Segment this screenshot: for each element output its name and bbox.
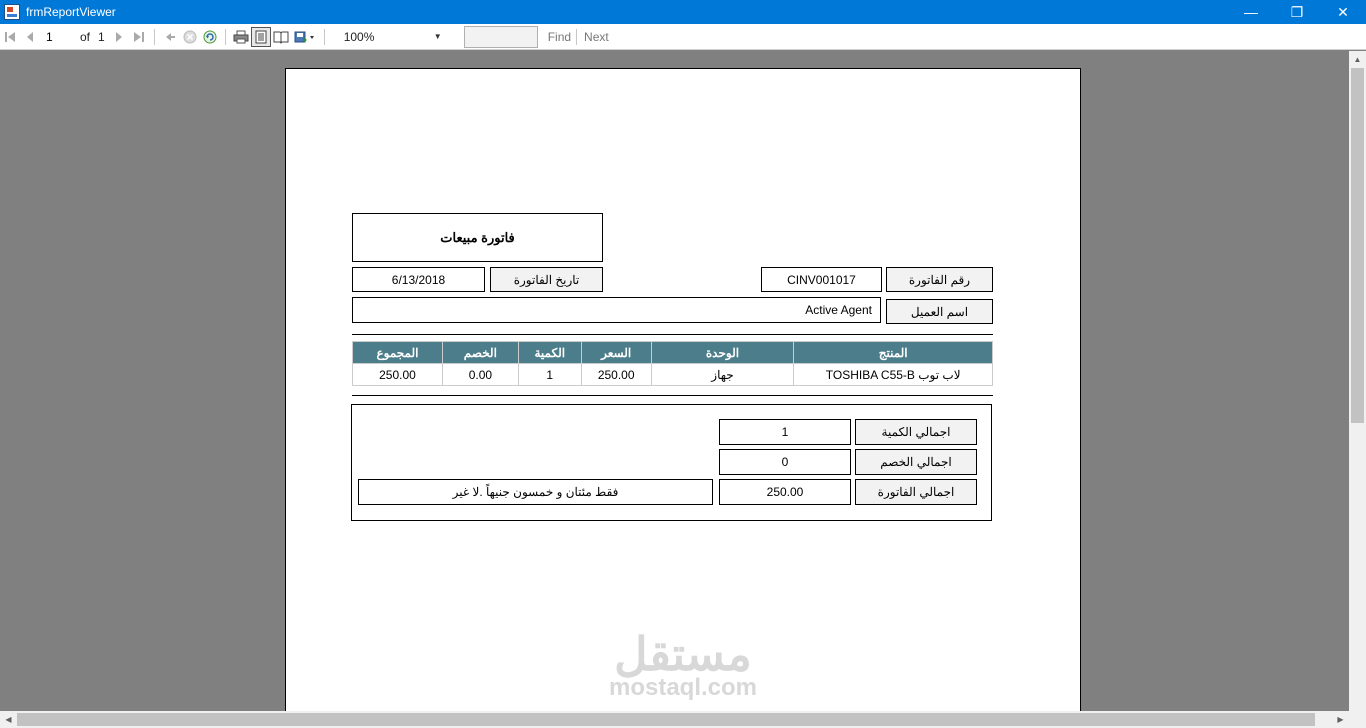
first-page-icon[interactable]	[0, 27, 20, 47]
column-header: المنتج	[793, 341, 993, 364]
product-cell: لاب توب TOSHIBA C55-B	[793, 363, 993, 386]
horizontal-scroll-thumb[interactable]	[17, 713, 1315, 726]
total-quantity-value: 1	[719, 419, 851, 445]
unit-cell: جهاز	[650, 363, 795, 386]
vertical-scroll-thumb[interactable]	[1351, 68, 1364, 423]
total-discount-label: اجمالي الخصم	[855, 449, 977, 475]
divider	[352, 395, 993, 396]
column-header: الخصم	[441, 341, 519, 364]
report-canvas: فاتورة مبيعات رقم الفاتورة CINV001017 تا…	[0, 51, 1349, 711]
window-controls: — ❐ ✕	[1228, 0, 1366, 24]
chevron-down-icon: ▼	[433, 32, 442, 41]
column-header: الوحدة	[650, 341, 795, 364]
amount-in-words: فقط مئتان و خمسون جنيهاً .لا غير	[358, 479, 713, 505]
restore-button[interactable]: ❐	[1274, 0, 1320, 24]
invoice-number-label: رقم الفاتورة	[886, 267, 993, 292]
invoice-number-value: CINV001017	[761, 267, 882, 292]
table-header-row: المنتج الوحدة السعر الكمية الخصم المجموع	[352, 341, 993, 364]
refresh-icon[interactable]	[200, 27, 220, 47]
find-input[interactable]	[463, 25, 538, 48]
zoom-select[interactable]: 100% ▼	[334, 27, 446, 47]
scrollbar-corner	[1349, 711, 1366, 728]
column-header: المجموع	[352, 341, 443, 364]
total-pages-label: 1	[98, 29, 105, 44]
find-next-button[interactable]: Next	[584, 30, 609, 44]
scroll-left-icon[interactable]: ◀	[0, 711, 17, 728]
toolbar-separator	[323, 28, 325, 45]
vertical-scrollbar[interactable]: ▲	[1349, 51, 1366, 711]
divider	[352, 334, 993, 335]
total-cell: 250.00	[352, 363, 443, 386]
total-invoice-label: اجمالي الفاتورة	[855, 479, 977, 505]
page-number-input[interactable]	[40, 27, 76, 46]
back-icon[interactable]	[160, 27, 180, 47]
column-header: الكمية	[517, 341, 582, 364]
price-cell: 250.00	[580, 363, 652, 386]
of-label: of	[80, 29, 91, 44]
find-button[interactable]: Find	[548, 30, 571, 44]
items-table: المنتج الوحدة السعر الكمية الخصم المجموع…	[352, 341, 993, 386]
toolbar-separator	[153, 28, 155, 45]
window-title: frmReportViewer	[26, 5, 116, 19]
scroll-up-icon[interactable]: ▲	[1349, 51, 1366, 68]
invoice-title: فاتورة مبيعات	[352, 213, 603, 262]
customer-name-value: Active Agent	[352, 297, 881, 323]
zoom-value: 100%	[343, 29, 375, 44]
total-quantity-label: اجمالي الكمية	[855, 419, 977, 445]
watermark-arabic: مستقل	[614, 628, 752, 680]
report-toolbar: of 1 100% ▼	[0, 24, 1366, 50]
page-setup-icon[interactable]	[271, 27, 291, 47]
scroll-right-icon[interactable]: ▶	[1332, 711, 1349, 728]
watermark-latin: mostaql.com	[608, 674, 758, 701]
customer-name-label: اسم العميل	[886, 299, 993, 324]
toolbar-separator	[224, 28, 226, 45]
total-discount-value: 0	[719, 449, 851, 475]
column-header: السعر	[580, 341, 652, 364]
table-row: لاب توب TOSHIBA C55-B جهاز 250.00 1 0.00…	[352, 363, 993, 386]
stop-icon[interactable]	[180, 27, 200, 47]
report-viewer-window: frmReportViewer — ❐ ✕ of 1	[0, 0, 1366, 728]
title-bar: frmReportViewer — ❐ ✕	[0, 0, 1366, 24]
print-layout-icon[interactable]	[250, 26, 271, 47]
quantity-cell: 1	[517, 363, 582, 386]
close-button[interactable]: ✕	[1320, 0, 1366, 24]
discount-cell: 0.00	[441, 363, 519, 386]
horizontal-scrollbar[interactable]: ◀ ▶	[0, 711, 1349, 728]
watermark-logo: مستقل mostaql.com	[598, 628, 768, 701]
invoice-date-value: 6/13/2018	[352, 267, 485, 292]
last-page-icon[interactable]	[129, 27, 149, 47]
app-icon	[4, 4, 20, 20]
minimize-button[interactable]: —	[1228, 0, 1274, 24]
report-page: فاتورة مبيعات رقم الفاتورة CINV001017 تا…	[285, 68, 1081, 711]
total-invoice-value: 250.00	[719, 479, 851, 505]
export-icon[interactable]	[291, 27, 319, 47]
previous-page-icon[interactable]	[20, 27, 40, 47]
invoice-date-label: تاريخ الفاتورة	[490, 267, 603, 292]
next-page-icon[interactable]	[109, 27, 129, 47]
print-icon[interactable]	[231, 27, 251, 47]
toolbar-separator	[576, 28, 578, 45]
